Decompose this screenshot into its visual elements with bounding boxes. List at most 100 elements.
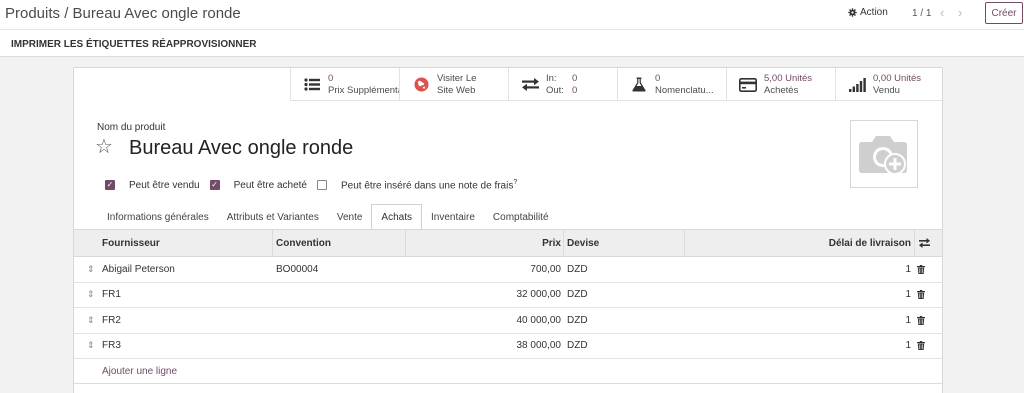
row-currency: DZD: [567, 289, 588, 301]
supplier-prices-label: Prix Supplémentaires: [328, 84, 399, 96]
row-price: 40 000,00: [516, 314, 562, 326]
row-drag-handle-icon[interactable]: ⇕: [87, 283, 95, 308]
optional-columns-toggle-icon[interactable]: [919, 230, 930, 256]
visit-website-line1: Visiter Le: [437, 72, 477, 84]
sold-button[interactable]: 0,00 Unités Vendu: [835, 68, 944, 101]
bill-of-materials-button[interactable]: 0 Nomenclatu...: [617, 68, 726, 101]
row-delay: 1: [905, 289, 911, 301]
row-currency: DZD: [567, 263, 588, 275]
favorite-star-icon[interactable]: ☆: [95, 136, 113, 158]
action-menu-button[interactable]: Action: [848, 7, 888, 18]
delete-row-trash-icon[interactable]: [917, 283, 925, 308]
can-be-expensed-label: Peut être inséré dans une note de frais?: [341, 179, 517, 191]
tab-sales[interactable]: Vente: [328, 204, 372, 230]
visit-website-line2: Site Web: [437, 84, 476, 96]
pager-previous-button[interactable]: ‹: [940, 5, 944, 20]
flask-icon: [630, 76, 648, 94]
row-drag-handle-icon[interactable]: ⇕: [87, 334, 95, 359]
pager-next-button[interactable]: ›: [958, 5, 962, 20]
product-options: Peut être vendu Peut être acheté Peut êt…: [105, 179, 527, 191]
credit-card-icon: [739, 76, 757, 94]
delete-row-trash-icon[interactable]: [917, 308, 925, 333]
sold-label: Vendu: [873, 84, 900, 96]
camera-plus-icon: [859, 136, 907, 175]
row-currency: DZD: [567, 314, 588, 326]
can-be-sold-label: Peut être vendu: [129, 179, 200, 191]
globe-icon: [412, 76, 430, 94]
in-value: 0: [572, 72, 578, 84]
can-be-purchased-label: Peut être acheté: [233, 179, 307, 191]
purchased-button[interactable]: 5,00 Unités Achetés: [726, 68, 835, 101]
smart-buttons: 0Prix Supplémentaires Visiter LeSite Web…: [290, 68, 944, 101]
tab-purchase[interactable]: Achats: [371, 204, 422, 230]
form-sheet: 0Prix Supplémentaires Visiter LeSite Web…: [73, 67, 944, 393]
table-row[interactable]: ⇕ FR3 38 000,00 DZD 1: [74, 334, 942, 359]
table-row[interactable]: ⇕ Abigail Peterson BO00004 700,00 DZD 1: [74, 257, 942, 283]
print-labels-button[interactable]: IMPRIMER LES ÉTIQUETTES: [11, 39, 149, 50]
header-contract[interactable]: Convention: [276, 230, 331, 256]
header-currency[interactable]: Devise: [567, 230, 599, 256]
product-name-label: Nom du produit: [97, 122, 166, 133]
row-delay: 1: [905, 314, 911, 326]
can-be-sold-checkbox[interactable]: [105, 180, 115, 191]
gear-icon: [848, 8, 857, 17]
table-row[interactable]: ⇕ FR1 32 000,00 DZD 1: [74, 283, 942, 308]
bom-count: 0: [655, 72, 661, 84]
out-value: 0: [572, 84, 578, 96]
purchased-qty: 5,00 Unités: [764, 72, 813, 84]
delete-row-trash-icon[interactable]: [917, 334, 925, 359]
signal-icon: [848, 76, 866, 94]
row-price: 700,00: [530, 263, 561, 275]
stock-moves-button[interactable]: In: 0 Out: 0: [508, 68, 617, 101]
row-drag-handle-icon[interactable]: ⇕: [87, 308, 95, 333]
action-label: Action: [860, 7, 888, 18]
header-price[interactable]: Prix: [542, 230, 561, 256]
pager-value[interactable]: 1 / 1: [912, 8, 931, 19]
breadcrumb: Produits / Bureau Avec ongle ronde: [5, 5, 241, 22]
delete-row-trash-icon[interactable]: [917, 257, 925, 282]
tab-attributes-variants[interactable]: Attributs et Variantes: [218, 204, 328, 230]
row-vendor: Abigail Peterson: [102, 263, 175, 275]
tab-general-information[interactable]: Informations générales: [98, 204, 218, 230]
breadcrumb-products-link[interactable]: Produits: [5, 5, 60, 22]
vendor-pricelist-table: Fournisseur Convention Prix Devise Délai…: [74, 230, 942, 384]
header-delay[interactable]: Délai de livraison: [829, 230, 911, 256]
table-row[interactable]: ⇕ FR2 40 000,00 DZD 1: [74, 308, 942, 334]
row-delay: 1: [905, 340, 911, 352]
sold-qty: 0,00 Unités: [873, 72, 922, 84]
row-contract: BO00004: [276, 263, 319, 275]
row-price: 38 000,00: [516, 340, 562, 352]
can-be-expensed-checkbox[interactable]: [317, 180, 327, 191]
row-vendor: FR3: [102, 340, 121, 352]
row-vendor: FR2: [102, 314, 121, 326]
product-name-field[interactable]: Bureau Avec ongle ronde: [129, 137, 353, 160]
table-header: Fournisseur Convention Prix Devise Délai…: [74, 230, 942, 257]
can-be-purchased-checkbox[interactable]: [209, 180, 220, 191]
replenish-button[interactable]: RÉAPPROVISIONNER: [152, 39, 256, 50]
row-price: 32 000,00: [516, 289, 562, 301]
create-button[interactable]: Créer: [985, 2, 1023, 24]
product-image-upload[interactable]: [850, 120, 918, 188]
help-tooltip-icon[interactable]: ?: [513, 179, 517, 186]
visit-website-button[interactable]: Visiter Le Site Web: [399, 68, 508, 101]
breadcrumb-current: Bureau Avec ongle ronde: [72, 5, 241, 22]
row-currency: DZD: [567, 340, 588, 352]
breadcrumb-separator: /: [60, 5, 73, 22]
row-drag-handle-icon[interactable]: ⇕: [87, 257, 95, 282]
supplier-prices-count: 0: [328, 72, 334, 84]
bom-label: Nomenclatu...: [655, 84, 714, 96]
header-vendor[interactable]: Fournisseur: [102, 230, 160, 256]
purchased-label: Achetés: [764, 84, 799, 96]
tab-inventory[interactable]: Inventaire: [422, 204, 484, 230]
list-icon: [303, 76, 321, 94]
control-panel: Produits / Bureau Avec ongle ronde Actio…: [0, 0, 1024, 30]
add-line-row: Ajouter une ligne: [74, 359, 942, 384]
can-be-expensed-text: Peut être inséré dans une note de frais: [341, 180, 514, 192]
form-statusbar: IMPRIMER LES ÉTIQUETTES RÉAPPROVISIONNER: [0, 30, 1024, 57]
add-line-link[interactable]: Ajouter une ligne: [102, 366, 177, 377]
row-delay: 1: [905, 263, 911, 275]
exchange-icon: [521, 76, 539, 94]
in-label: In:: [546, 72, 557, 84]
supplier-prices-button[interactable]: 0Prix Supplémentaires: [290, 68, 399, 101]
tab-accounting[interactable]: Comptabilité: [484, 204, 558, 230]
